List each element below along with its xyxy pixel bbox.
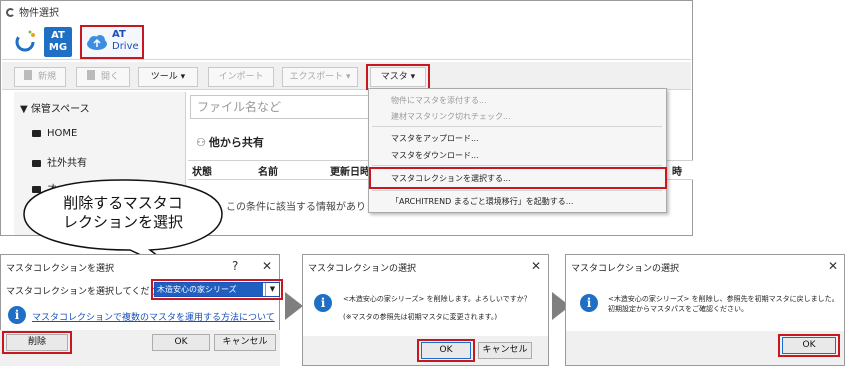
column-status[interactable]: 状態 <box>192 163 212 178</box>
flow-arrow-icon <box>285 292 303 320</box>
dialog3-title: マスタコレクションの選択 <box>571 264 680 274</box>
column-name[interactable]: 名前 <box>258 163 278 178</box>
main-window-title: 物件選択 <box>6 4 59 19</box>
empty-message: この条件に該当する情報がありま <box>226 202 376 213</box>
sidebar-header-storage[interactable]: ▼ 保管スペース <box>20 100 90 115</box>
cancel-button[interactable]: キャンセル <box>214 334 276 351</box>
folder-icon <box>32 129 41 137</box>
menu-separator <box>372 190 662 191</box>
tool-menu-button[interactable]: ツール ▾ <box>138 67 198 87</box>
menu-item-launch-migration[interactable]: 「ARCHITREND まるごと環境移行」を起動する... <box>391 196 573 207</box>
close-icon[interactable]: ✕ <box>828 259 838 273</box>
new-button[interactable]: 新規 <box>14 67 66 87</box>
dialog2-ok-highlight <box>417 339 475 362</box>
column-updated[interactable]: 更新日時 <box>330 163 370 178</box>
menu-separator <box>372 126 662 127</box>
delete-highlight <box>2 331 72 354</box>
cancel-button[interactable]: キャンセル <box>478 342 532 359</box>
dialog2-note: (※マスタの参照先は初期マスタに変更されます。) <box>343 313 498 321</box>
export-menu-button[interactable]: エクスポート ▾ <box>282 67 358 87</box>
menu-item-upload-master[interactable]: マスタをアップロード... <box>391 133 479 144</box>
folder-icon <box>32 159 41 167</box>
help-button[interactable]: ? <box>232 259 238 273</box>
sidebar-item-external-share[interactable]: 社外共有 <box>32 154 87 169</box>
collection-select-highlight <box>151 279 283 300</box>
info-icon: i <box>8 306 26 324</box>
select-collection-highlight <box>369 167 667 189</box>
atdrive-highlight <box>80 25 144 59</box>
column-time-partial[interactable]: 時 <box>672 163 682 178</box>
callout-text: 削除するマスタコ レクションを選択 <box>62 194 183 231</box>
dialog3-message-line1: <木造安心の家シリーズ> を削除し、参照先を初期マスタに戻しました。 <box>608 295 839 303</box>
search-input[interactable]: ファイル名など <box>190 95 375 119</box>
menu-item-check-links[interactable]: 建材マスタリンク切れチェック... <box>391 111 511 122</box>
close-icon[interactable]: ✕ <box>262 259 272 273</box>
menu-separator <box>372 165 662 166</box>
info-icon: i <box>314 294 332 312</box>
dialog1-title: マスタコレクションを選択 <box>6 264 115 274</box>
menu-item-attach-master[interactable]: 物件にマスタを添付する... <box>391 95 487 106</box>
help-link[interactable]: マスタコレクションで複数のマスタを運用する方法について <box>32 310 275 323</box>
dialog2-title: マスタコレクションの選択 <box>308 264 417 274</box>
atmg-app-button[interactable]: AT MG <box>44 27 72 57</box>
dialog3-message-line2: 初期設定からマスタパスをご確認ください。 <box>608 305 748 313</box>
people-icon: ⚇ <box>196 136 206 149</box>
open-button[interactable]: 開く <box>76 67 130 87</box>
shared-from-others-label[interactable]: ⚇ 他から共有 <box>196 134 264 150</box>
import-button[interactable]: インポート <box>208 67 274 87</box>
info-icon: i <box>580 294 598 312</box>
app-icon <box>6 8 15 17</box>
sidebar-item-home[interactable]: HOME <box>32 128 77 139</box>
loading-spinner-icon[interactable] <box>11 27 39 57</box>
close-icon[interactable]: ✕ <box>531 259 541 273</box>
dialog2-message: <木造安心の家シリーズ> を削除します。よろしいですか？ <box>343 295 531 303</box>
menu-item-download-master[interactable]: マスタをダウンロード... <box>391 150 479 161</box>
master-menu-highlight <box>366 64 430 90</box>
ok-button[interactable]: OK <box>152 334 210 351</box>
dialog3-ok-highlight <box>778 334 840 357</box>
